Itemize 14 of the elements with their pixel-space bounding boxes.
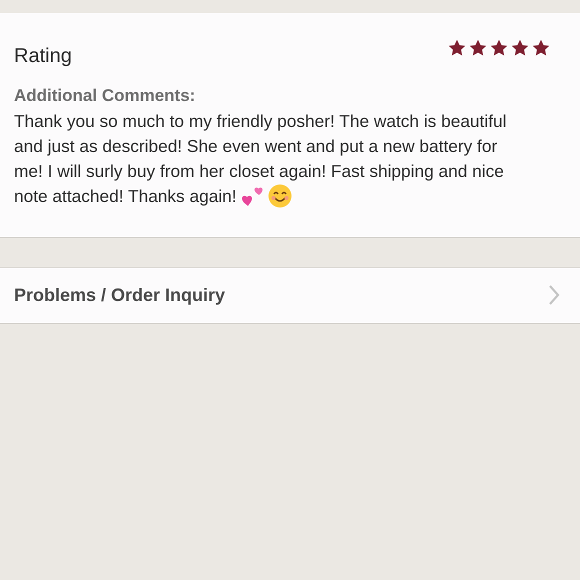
comments-label: Additional Comments: — [14, 85, 196, 107]
chevron-right-icon — [548, 285, 560, 305]
star-icon — [511, 39, 529, 57]
comment-line: Thank you so much to my friendly posher! The watch is beautiful — [14, 110, 506, 133]
comment-line: and just as described! She even went and put a new battery for — [14, 134, 498, 158]
smiley-icon — [268, 184, 292, 208]
rating-label: Rating — [14, 44, 72, 69]
star-icon — [469, 39, 487, 57]
comment-line: note attached! Thanks again! — [14, 184, 237, 208]
order-inquiry-link[interactable]: Problems / Order Inquiry — [0, 266, 580, 324]
star-icon — [490, 39, 508, 57]
star-icon — [448, 39, 466, 57]
star-icon — [532, 39, 550, 57]
comment-line: me! I will surly buy from her closet again! Fast shipping and nice — [14, 160, 504, 183]
